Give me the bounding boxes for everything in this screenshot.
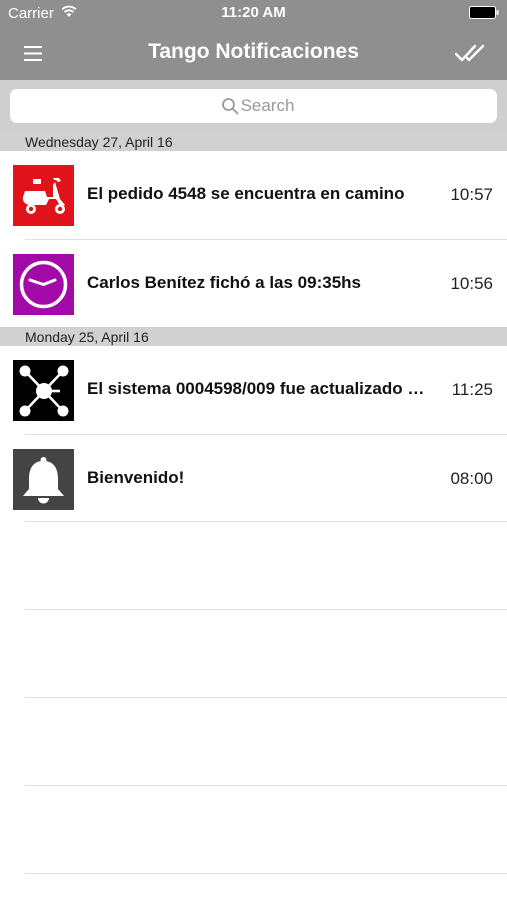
status-bar: Carrier 11:20 AM: [0, 0, 507, 28]
row-divider: [25, 521, 507, 522]
section-header: Wednesday 27, April 16: [0, 132, 507, 151]
notification-row[interactable]: Carlos Benítez fichó a las 09:35hs 10:56: [0, 240, 507, 328]
menu-button[interactable]: [14, 38, 52, 68]
notification-row[interactable]: Bienvenido! 08:00: [0, 435, 507, 523]
status-time: 11:20 AM: [221, 4, 286, 21]
bell-icon: [13, 449, 74, 510]
double-check-icon: [455, 44, 485, 62]
notification-row[interactable]: El pedido 4548 se encuentra en camino 10…: [0, 151, 507, 239]
battery-icon: [469, 6, 499, 19]
notification-message: El pedido 4548 se encuentra en camino: [87, 184, 405, 203]
notification-message: El sistema 0004598/009 fue actualizado c…: [87, 379, 432, 398]
notification-row[interactable]: El sistema 0004598/009 fue actualizado c…: [0, 346, 507, 434]
search-input[interactable]: [10, 89, 497, 123]
row-divider: [25, 785, 507, 786]
search-field: [10, 89, 497, 123]
row-divider: [25, 873, 507, 874]
notification-time: 10:56: [450, 274, 493, 293]
page-title: Tango Notificaciones: [148, 40, 359, 63]
notification-time: 10:57: [450, 185, 493, 204]
clock-icon: [13, 254, 74, 315]
scooter-icon: [13, 165, 74, 226]
section-header: Monday 25, April 16: [0, 327, 507, 346]
mark-all-read-button[interactable]: [451, 38, 489, 68]
notification-message: Bienvenido!: [87, 468, 185, 487]
hamburger-icon: [24, 45, 42, 61]
nav-bar: Tango Notificaciones: [0, 28, 507, 80]
notification-message: Carlos Benítez fichó a las 09:35hs: [87, 273, 361, 292]
notification-time: 08:00: [450, 469, 493, 488]
row-divider: [25, 697, 507, 698]
notification-time: 11:25: [451, 380, 493, 399]
row-divider: [25, 609, 507, 610]
search-bar: [0, 80, 507, 132]
network-icon: [13, 360, 74, 421]
